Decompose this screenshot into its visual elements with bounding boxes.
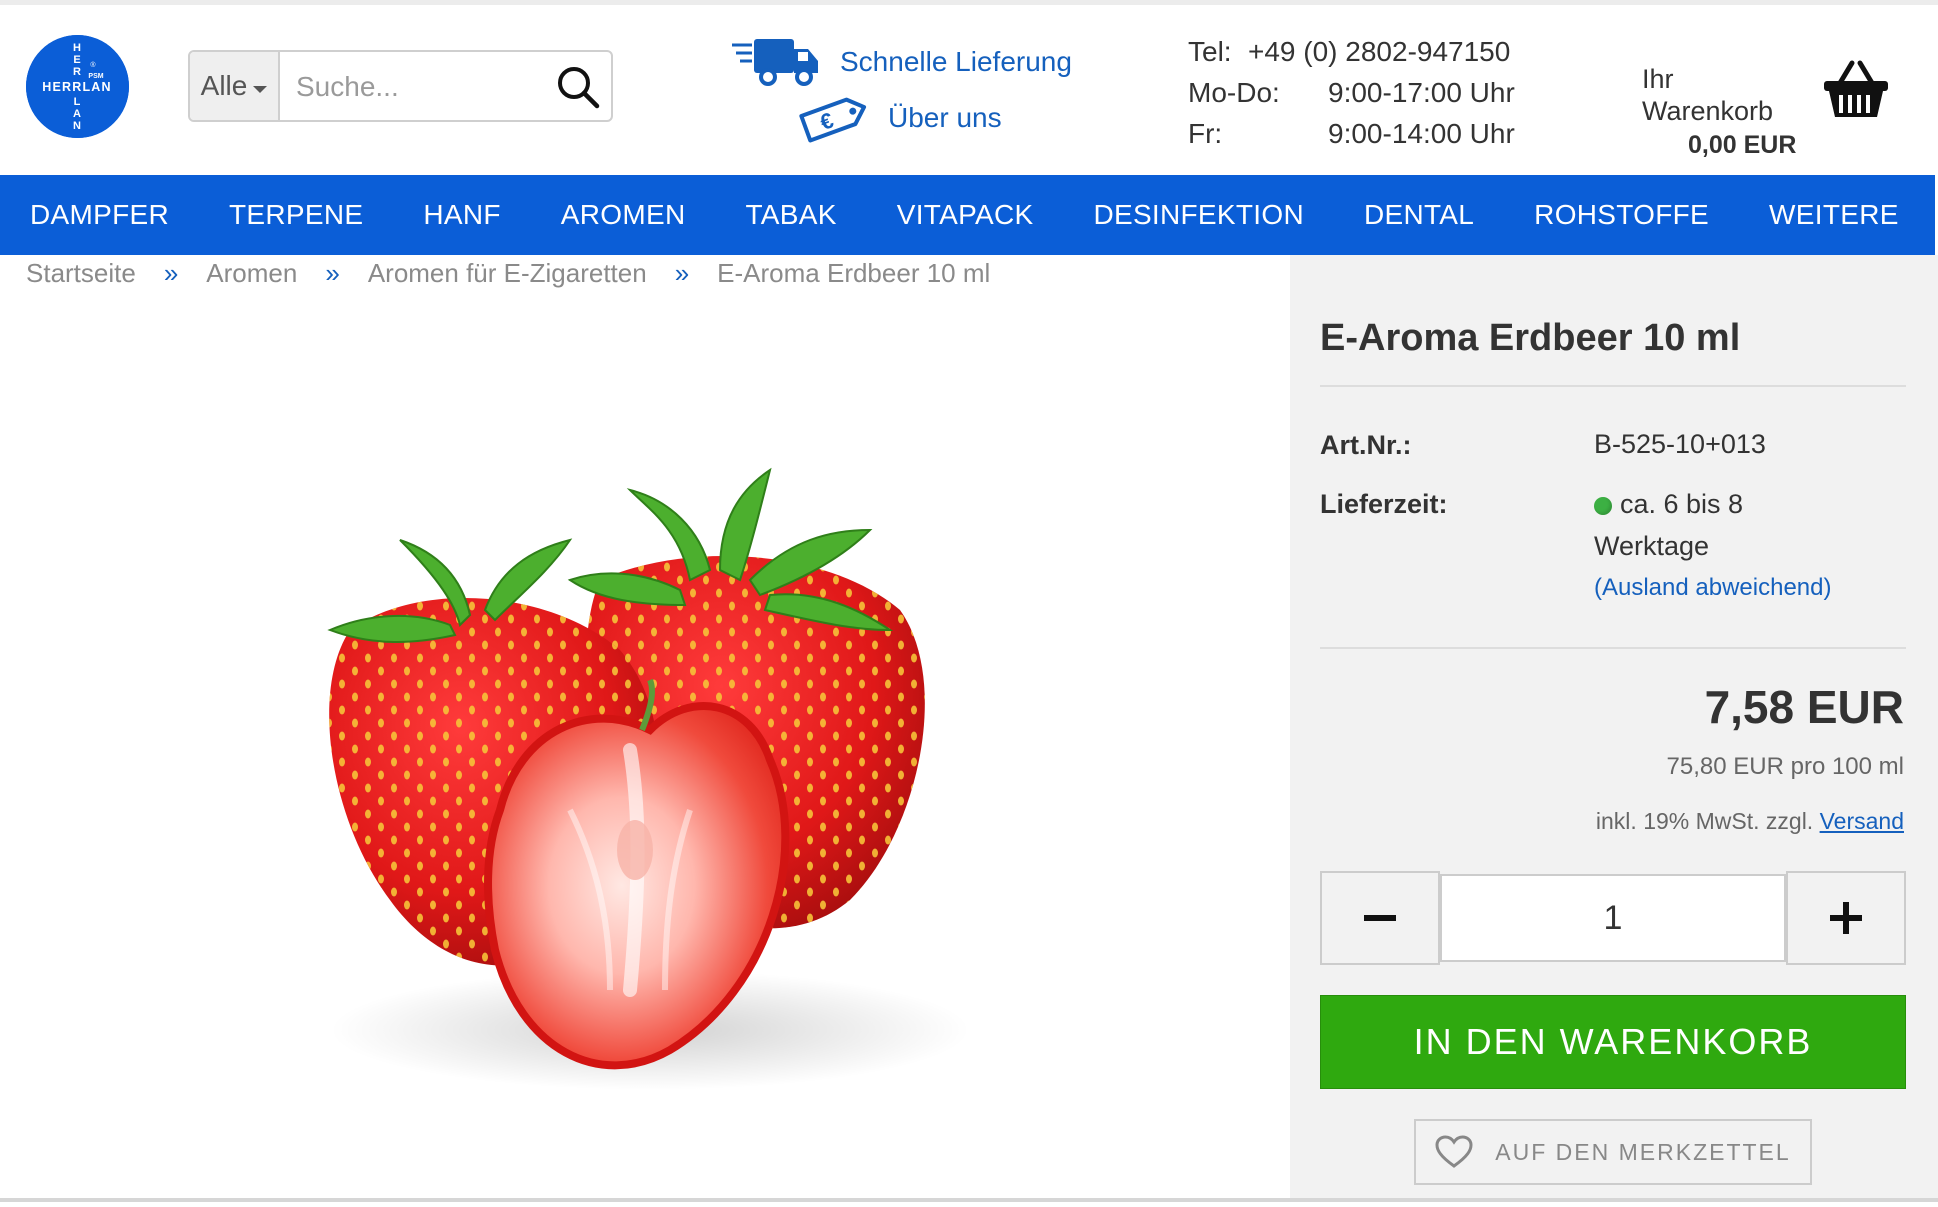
nav-item-rohstoffe[interactable]: ROHSTOFFE — [1534, 199, 1709, 231]
product-title: E-Aroma Erdbeer 10 ml — [1320, 317, 1741, 359]
site-header: H E R HERRLAN L A N ® PSM Alle Suche... … — [0, 5, 1938, 175]
svg-text:L: L — [74, 96, 81, 108]
bottom-border — [0, 1198, 1938, 1202]
basket-icon — [1824, 60, 1888, 117]
cart-label-line: Warenkorb — [1642, 96, 1774, 126]
search-scope-dropdown[interactable]: Alle — [190, 52, 280, 120]
minus-icon — [1364, 915, 1396, 921]
svg-text:E: E — [73, 54, 80, 66]
contact-info: Tel: +49 (0) 2802-947150 Mo-Do: 9:00-17:… — [1188, 31, 1528, 154]
svg-text:H: H — [73, 42, 81, 54]
svg-text:N: N — [73, 120, 81, 132]
breadcrumb-separator: » — [325, 258, 340, 288]
delivery-time-label: Lieferzeit: — [1320, 489, 1448, 519]
svg-text:A: A — [73, 108, 81, 120]
search-button[interactable] — [555, 64, 601, 110]
cart-widget[interactable]: Ihr Warenkorb 0,00 EUR — [1642, 59, 1888, 169]
hours-value: 9:00-17:00 Uhr — [1328, 77, 1515, 108]
svg-text:PSM: PSM — [88, 73, 103, 80]
breadcrumb-item[interactable]: Aromen — [206, 258, 297, 289]
decrement-button[interactable] — [1320, 871, 1440, 965]
breadcrumb-separator: » — [163, 258, 179, 288]
nav-item-dampfer[interactable]: DAMPFER — [30, 199, 169, 231]
divider — [1320, 385, 1906, 387]
availability-dot-icon — [1594, 497, 1612, 515]
nav-item-dental[interactable]: DENTAL — [1364, 199, 1474, 231]
nav-item-aromen[interactable]: AROMEN — [561, 199, 686, 231]
about-label: Über uns — [888, 102, 1002, 133]
truck-icon — [732, 39, 818, 86]
wishlist-label: AUF DEN MERKZETTEL — [1495, 1138, 1791, 1165]
base-price: 75,80 EUR pro 100 ml — [1666, 753, 1904, 780]
delivery-time-value: ca. 6 bis 8 Werktage (Ausland abweichend… — [1594, 483, 1831, 609]
nav-item-terpene[interactable]: TERPENE — [229, 199, 363, 231]
delivery-abroad-link[interactable]: (Ausland abweichend) — [1594, 567, 1831, 609]
delivery-link[interactable]: Schnelle Lieferung — [730, 35, 1072, 89]
hours-row: Fr: 9:00-14:00 Uhr — [1188, 113, 1528, 154]
main-nav: DAMPFER TERPENE HANF AROMEN TABAK VITAPA… — [0, 175, 1935, 255]
breadcrumb-item[interactable]: Aromen für E-Zigaretten — [368, 258, 647, 289]
product-image[interactable] — [270, 430, 1010, 1120]
nav-item-vitapack[interactable]: VITAPACK — [897, 199, 1034, 231]
hours-value: 9:00-14:00 Uhr — [1328, 118, 1515, 149]
logo-mark: H E R HERRLAN L A N ® PSM — [26, 35, 129, 138]
artnr-label: Art.Nr.: — [1320, 430, 1412, 460]
buy-box: E-Aroma Erdbeer 10 ml Art.Nr.: B-525-10+… — [1290, 255, 1938, 1200]
strawberries-image — [327, 467, 970, 1090]
about-link[interactable]: € Über uns — [796, 89, 1002, 147]
nav-item-desinfektion[interactable]: DESINFEKTION — [1093, 199, 1304, 231]
hours-label: Fr: — [1188, 118, 1223, 149]
artnr-value: B-525-10+013 — [1594, 429, 1766, 459]
breadcrumb-item[interactable]: Startseite — [26, 258, 136, 289]
delivery-label: Schnelle Lieferung — [840, 46, 1072, 77]
search-input[interactable] — [296, 62, 536, 112]
add-to-cart-button[interactable]: IN DEN WARENKORB — [1320, 995, 1906, 1089]
tax-note: inkl. 19% MwSt. zzgl. Versand — [1596, 808, 1904, 835]
tax-text: inkl. 19% MwSt. zzgl. — [1595, 808, 1814, 834]
plus-icon — [1830, 902, 1862, 934]
phone-row: Tel: +49 (0) 2802-947150 — [1188, 31, 1528, 72]
wishlist-button[interactable]: AUF DEN MERKZETTEL — [1414, 1119, 1812, 1185]
search-scope-label: Alle — [200, 70, 248, 101]
svg-text:HERRLAN: HERRLAN — [42, 80, 112, 94]
breadcrumb-current: E-Aroma Erdbeer 10 ml — [717, 258, 991, 288]
brand-logo[interactable]: H E R HERRLAN L A N ® PSM — [26, 35, 129, 138]
quantity-stepper: 1 — [1320, 871, 1906, 965]
delivery-time-line: ca. 6 bis 8 — [1620, 489, 1744, 519]
increment-button[interactable] — [1786, 871, 1906, 965]
nav-item-tabak[interactable]: TABAK — [745, 199, 836, 231]
breadcrumb: Startseite » Aromen » Aromen für E-Zigar… — [26, 258, 990, 289]
quantity-input[interactable]: 1 — [1440, 874, 1786, 962]
product-price: 7,58 EUR — [1704, 681, 1904, 733]
search-icon — [558, 67, 600, 109]
hours-row: Mo-Do: 9:00-17:00 Uhr — [1188, 72, 1528, 113]
phone-label: Tel: — [1188, 36, 1232, 67]
euro-tag-icon: € — [799, 97, 867, 143]
chevron-down-icon — [253, 85, 268, 93]
nav-item-weitere[interactable]: WEITERE — [1769, 199, 1899, 231]
cart-label-line: Ihr — [1642, 64, 1674, 94]
breadcrumb-separator: » — [674, 258, 690, 288]
svg-text:®: ® — [90, 61, 96, 69]
shipping-link[interactable]: Versand — [1820, 808, 1904, 834]
divider — [1320, 647, 1906, 649]
delivery-time-line: Werktage — [1594, 531, 1710, 561]
hours-label: Mo-Do: — [1188, 77, 1280, 108]
nav-item-hanf[interactable]: HANF — [423, 199, 500, 231]
cart-label: Ihr Warenkorb — [1642, 63, 1773, 127]
svg-text:R: R — [73, 66, 81, 78]
phone-number[interactable]: +49 (0) 2802-947150 — [1248, 31, 1510, 72]
cart-total: 0,00 EUR — [1688, 131, 1797, 159]
heart-icon — [1435, 1135, 1473, 1168]
search-bar: Alle — [188, 50, 613, 122]
